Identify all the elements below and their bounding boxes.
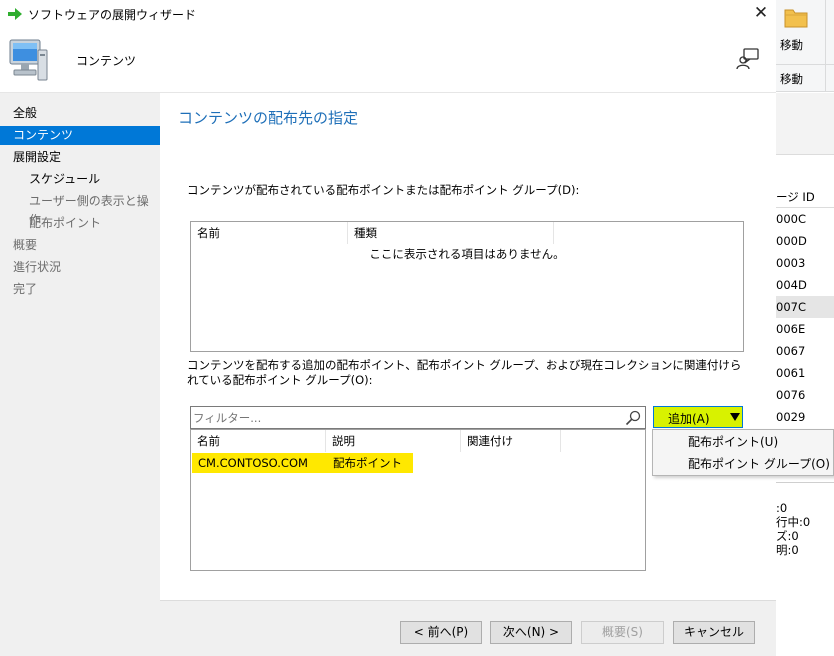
wizard-header: コンテンツ [0, 28, 776, 92]
nav-item-schedule[interactable]: スケジュール [0, 170, 160, 189]
background-console: 移動 移動 ージ ID 000C 000D 0003 004D 007C 006… [776, 0, 834, 656]
ribbon-group-divider [825, 0, 826, 92]
search-icon[interactable] [625, 410, 641, 426]
computer-icon [9, 39, 48, 81]
row-name: CM.CONTOSO.COM [198, 456, 308, 470]
wizard-navigation: 全般 コンテンツ 展開設定 スケジュール ユーザー側の表示と操作 配布ポイント … [0, 93, 160, 656]
main-pane: コンテンツの配布先の指定 コンテンツが配布されている配布ポイントまたは配布ポイン… [160, 93, 776, 600]
console-status-line: ズ:0 [776, 529, 799, 543]
column-header-name[interactable]: 名前 [191, 222, 348, 244]
green-arrow-icon [8, 8, 22, 20]
previous-button[interactable]: < 前へ(P) [400, 621, 482, 644]
nav-item-distribution-points[interactable]: 配布ポイント [0, 214, 160, 233]
console-toolbar-area [776, 93, 834, 155]
dropdown-arrow-icon[interactable] [730, 413, 740, 421]
window-title: ソフトウェアの展開ウィザード [28, 8, 197, 22]
header-title: コンテンツ [76, 54, 137, 68]
menu-item-distribution-point[interactable]: 配布ポイント(U) [653, 431, 834, 453]
distributed-list[interactable]: 名前 種類 ここに表示される項目はありません。 [190, 221, 744, 352]
column-header-association[interactable]: 関連付け [461, 430, 561, 452]
console-column-header[interactable]: ージ ID [776, 186, 834, 208]
console-row[interactable]: 004D [776, 274, 834, 296]
filter-input[interactable] [193, 409, 613, 426]
feedback-icon[interactable] [736, 48, 760, 70]
add-button[interactable]: 追加(A) [653, 406, 743, 428]
table-row[interactable]: CM.CONTOSO.COM 配布ポイント [192, 453, 413, 473]
cancel-button[interactable]: キャンセル [673, 621, 755, 644]
row-description: 配布ポイント [333, 456, 402, 470]
nav-item-summary[interactable]: 概要 [0, 236, 160, 255]
console-row[interactable]: 0029 [776, 406, 834, 428]
console-divider [776, 482, 834, 483]
console-row[interactable]: 0076 [776, 384, 834, 406]
ribbon-group-label: 移動 [780, 72, 803, 86]
nav-item-completion[interactable]: 完了 [0, 280, 160, 299]
nav-item-progress[interactable]: 進行状況 [0, 258, 160, 277]
console-status-line: 明:0 [776, 543, 799, 557]
console-row[interactable]: 000D [776, 230, 834, 252]
distributed-list-label: コンテンツが配布されている配布ポイントまたは配布ポイント グループ(D): [187, 183, 580, 197]
ribbon: 移動 移動 [776, 0, 834, 92]
column-header-description[interactable]: 説明 [326, 430, 461, 452]
console-row[interactable]: 0067 [776, 340, 834, 362]
menu-item-distribution-point-group[interactable]: 配布ポイント グループ(O) [653, 453, 834, 475]
filter-box[interactable] [190, 406, 646, 429]
additional-list[interactable]: 名前 説明 関連付け CM.CONTOSO.COM 配布ポイント [190, 429, 646, 571]
nav-item-general[interactable]: 全般 [0, 104, 160, 123]
console-row-selected[interactable]: 007C [776, 296, 834, 318]
nav-item-user-experience[interactable]: ユーザー側の表示と操作 [0, 192, 160, 227]
console-row[interactable]: 0003 [776, 252, 834, 274]
title-bar: ソフトウェアの展開ウィザード ✕ [0, 0, 776, 28]
wizard-window: ソフトウェアの展開ウィザード ✕ コンテンツ 全般 コンテンツ 展開設定 スケジ… [0, 0, 776, 656]
console-status-line: :0 [776, 501, 788, 515]
console-row[interactable]: 006E [776, 318, 834, 340]
close-icon[interactable]: ✕ [750, 2, 772, 24]
console-status-line: 行中:0 [776, 515, 811, 529]
add-dropdown-menu: 配布ポイント(U) 配布ポイント グループ(O) [652, 429, 834, 476]
next-button[interactable]: 次へ(N) > [490, 621, 572, 644]
wizard-footer: < 前へ(P) 次へ(N) > 概要(S) キャンセル [160, 600, 776, 656]
page-title: コンテンツの配布先の指定 [178, 109, 359, 127]
summary-button[interactable]: 概要(S) [581, 621, 664, 644]
console-row[interactable]: 0061 [776, 362, 834, 384]
nav-item-content[interactable]: コンテンツ [0, 126, 160, 145]
column-header-type[interactable]: 種類 [348, 222, 554, 244]
screen: ソフトウェアの展開ウィザード ✕ コンテンツ 全般 コンテンツ 展開設定 スケジ… [0, 0, 834, 656]
ribbon-move-button[interactable]: 移動 [780, 37, 803, 53]
nav-item-deployment-settings[interactable]: 展開設定 [0, 148, 160, 167]
empty-list-message: ここに表示される項目はありません。 [369, 247, 565, 261]
folder-move-icon[interactable] [784, 6, 808, 28]
add-button-label: 追加(A) [668, 412, 710, 426]
additional-list-label: コンテンツを配布する追加の配布ポイント、配布ポイント グループ、および現在コレク… [187, 358, 742, 387]
column-header-name[interactable]: 名前 [191, 430, 326, 452]
console-row[interactable]: 000C [776, 208, 834, 230]
